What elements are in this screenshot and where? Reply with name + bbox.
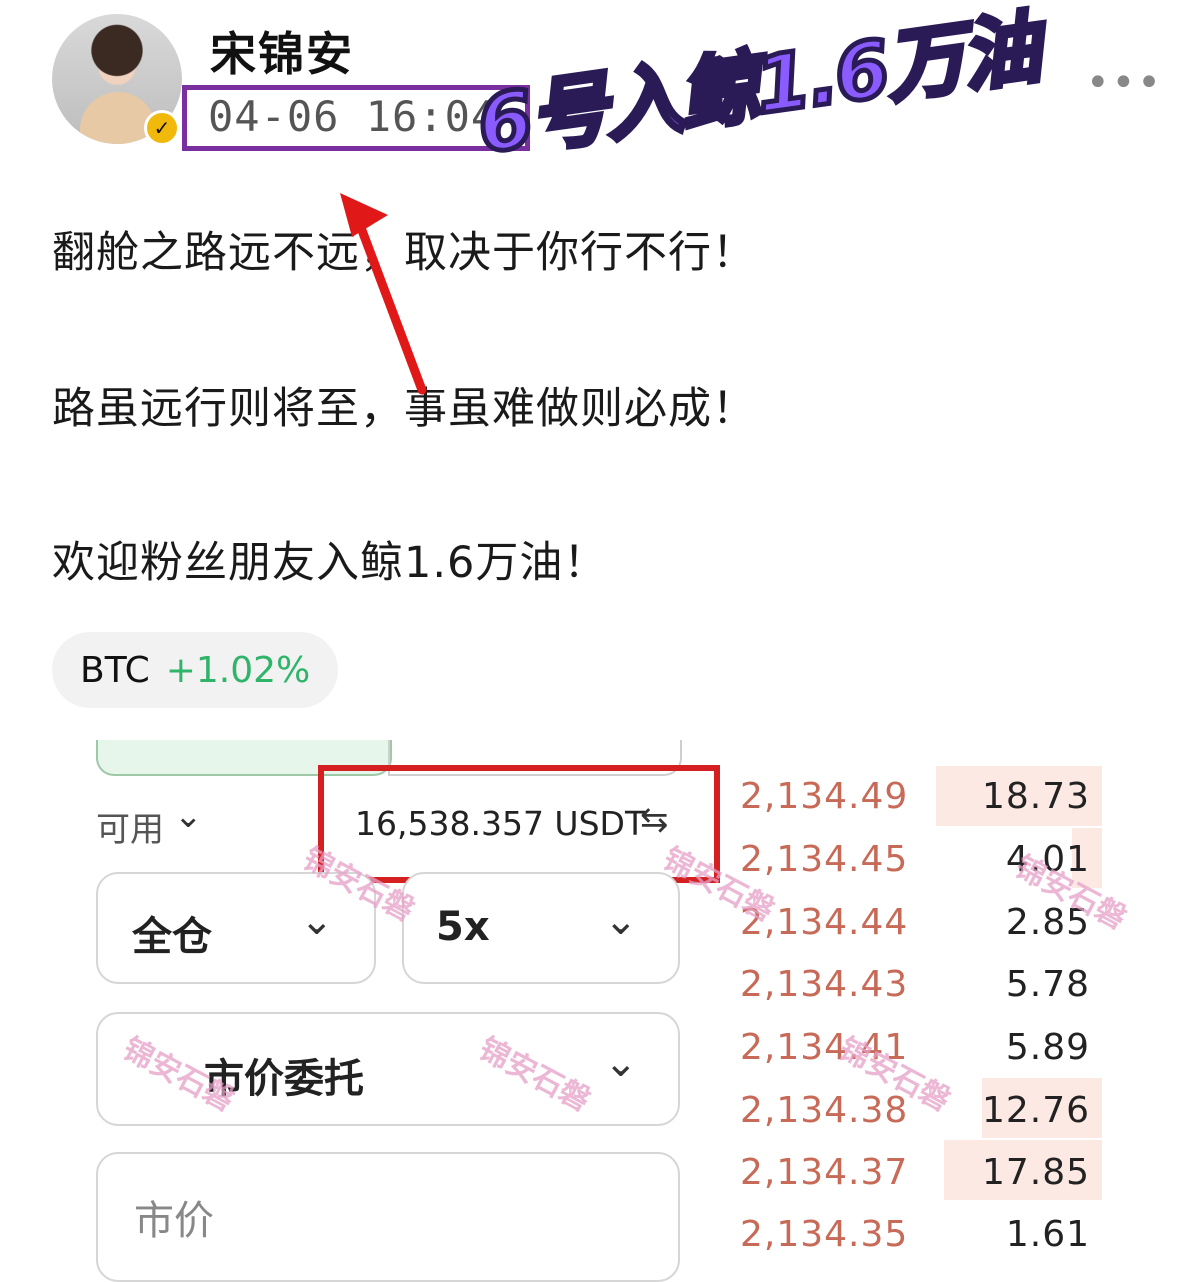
orderbook-size: 12.76 xyxy=(981,1090,1090,1131)
price-placeholder: 市价 xyxy=(134,1198,214,1244)
verified-badge-icon: ✓ xyxy=(144,110,180,146)
orderbook-price[interactable]: 2,134.49 xyxy=(740,776,908,817)
orderbook-price[interactable]: 2,134.37 xyxy=(740,1152,908,1193)
chevron-down-icon[interactable]: ⌄ xyxy=(174,796,203,836)
orderbook-price[interactable]: 2,134.43 xyxy=(740,964,908,1005)
orderbook-size: 5.89 xyxy=(1005,1027,1090,1068)
overlay-title: 6号入鲸1.6万油 xyxy=(470,1,1046,174)
orderbook-price[interactable]: 2,134.38 xyxy=(740,1090,908,1131)
username[interactable]: 宋锦安 xyxy=(210,18,354,84)
arrow-icon xyxy=(340,193,427,395)
orderbook-size: 18.73 xyxy=(981,776,1090,817)
orderbook-size: 17.85 xyxy=(981,1152,1090,1193)
more-options-icon[interactable]: ••• xyxy=(1086,60,1163,106)
avatar-figure xyxy=(80,92,156,144)
orderbook-size: 5.78 xyxy=(1005,964,1090,1005)
orderbook-price[interactable]: 2,134.45 xyxy=(740,839,908,880)
leverage-value: 5x xyxy=(436,904,490,950)
chevron-down-icon: ⌄ xyxy=(300,898,334,944)
margin-mode-value: 全仓 xyxy=(132,914,212,960)
swap-icon[interactable]: ⇆ xyxy=(640,800,669,840)
chevron-down-icon: ⌄ xyxy=(604,898,638,944)
orderbook-price[interactable]: 2,134.35 xyxy=(740,1214,908,1255)
chevron-down-icon: ⌄ xyxy=(604,1040,638,1086)
post-line-3: 欢迎粉丝朋友入鲸1.6万油！ xyxy=(52,538,608,588)
available-balance: 16,538.357 USDT xyxy=(355,804,646,843)
available-label: 可用 xyxy=(96,810,164,850)
post-timestamp: 04-06 16:04 xyxy=(208,92,498,141)
orderbook-size: 1.61 xyxy=(1005,1214,1090,1255)
coin-tag[interactable]: BTC +1.02% xyxy=(52,632,339,708)
coin-change: +1.02% xyxy=(165,649,311,691)
coin-symbol: BTC xyxy=(80,649,150,691)
